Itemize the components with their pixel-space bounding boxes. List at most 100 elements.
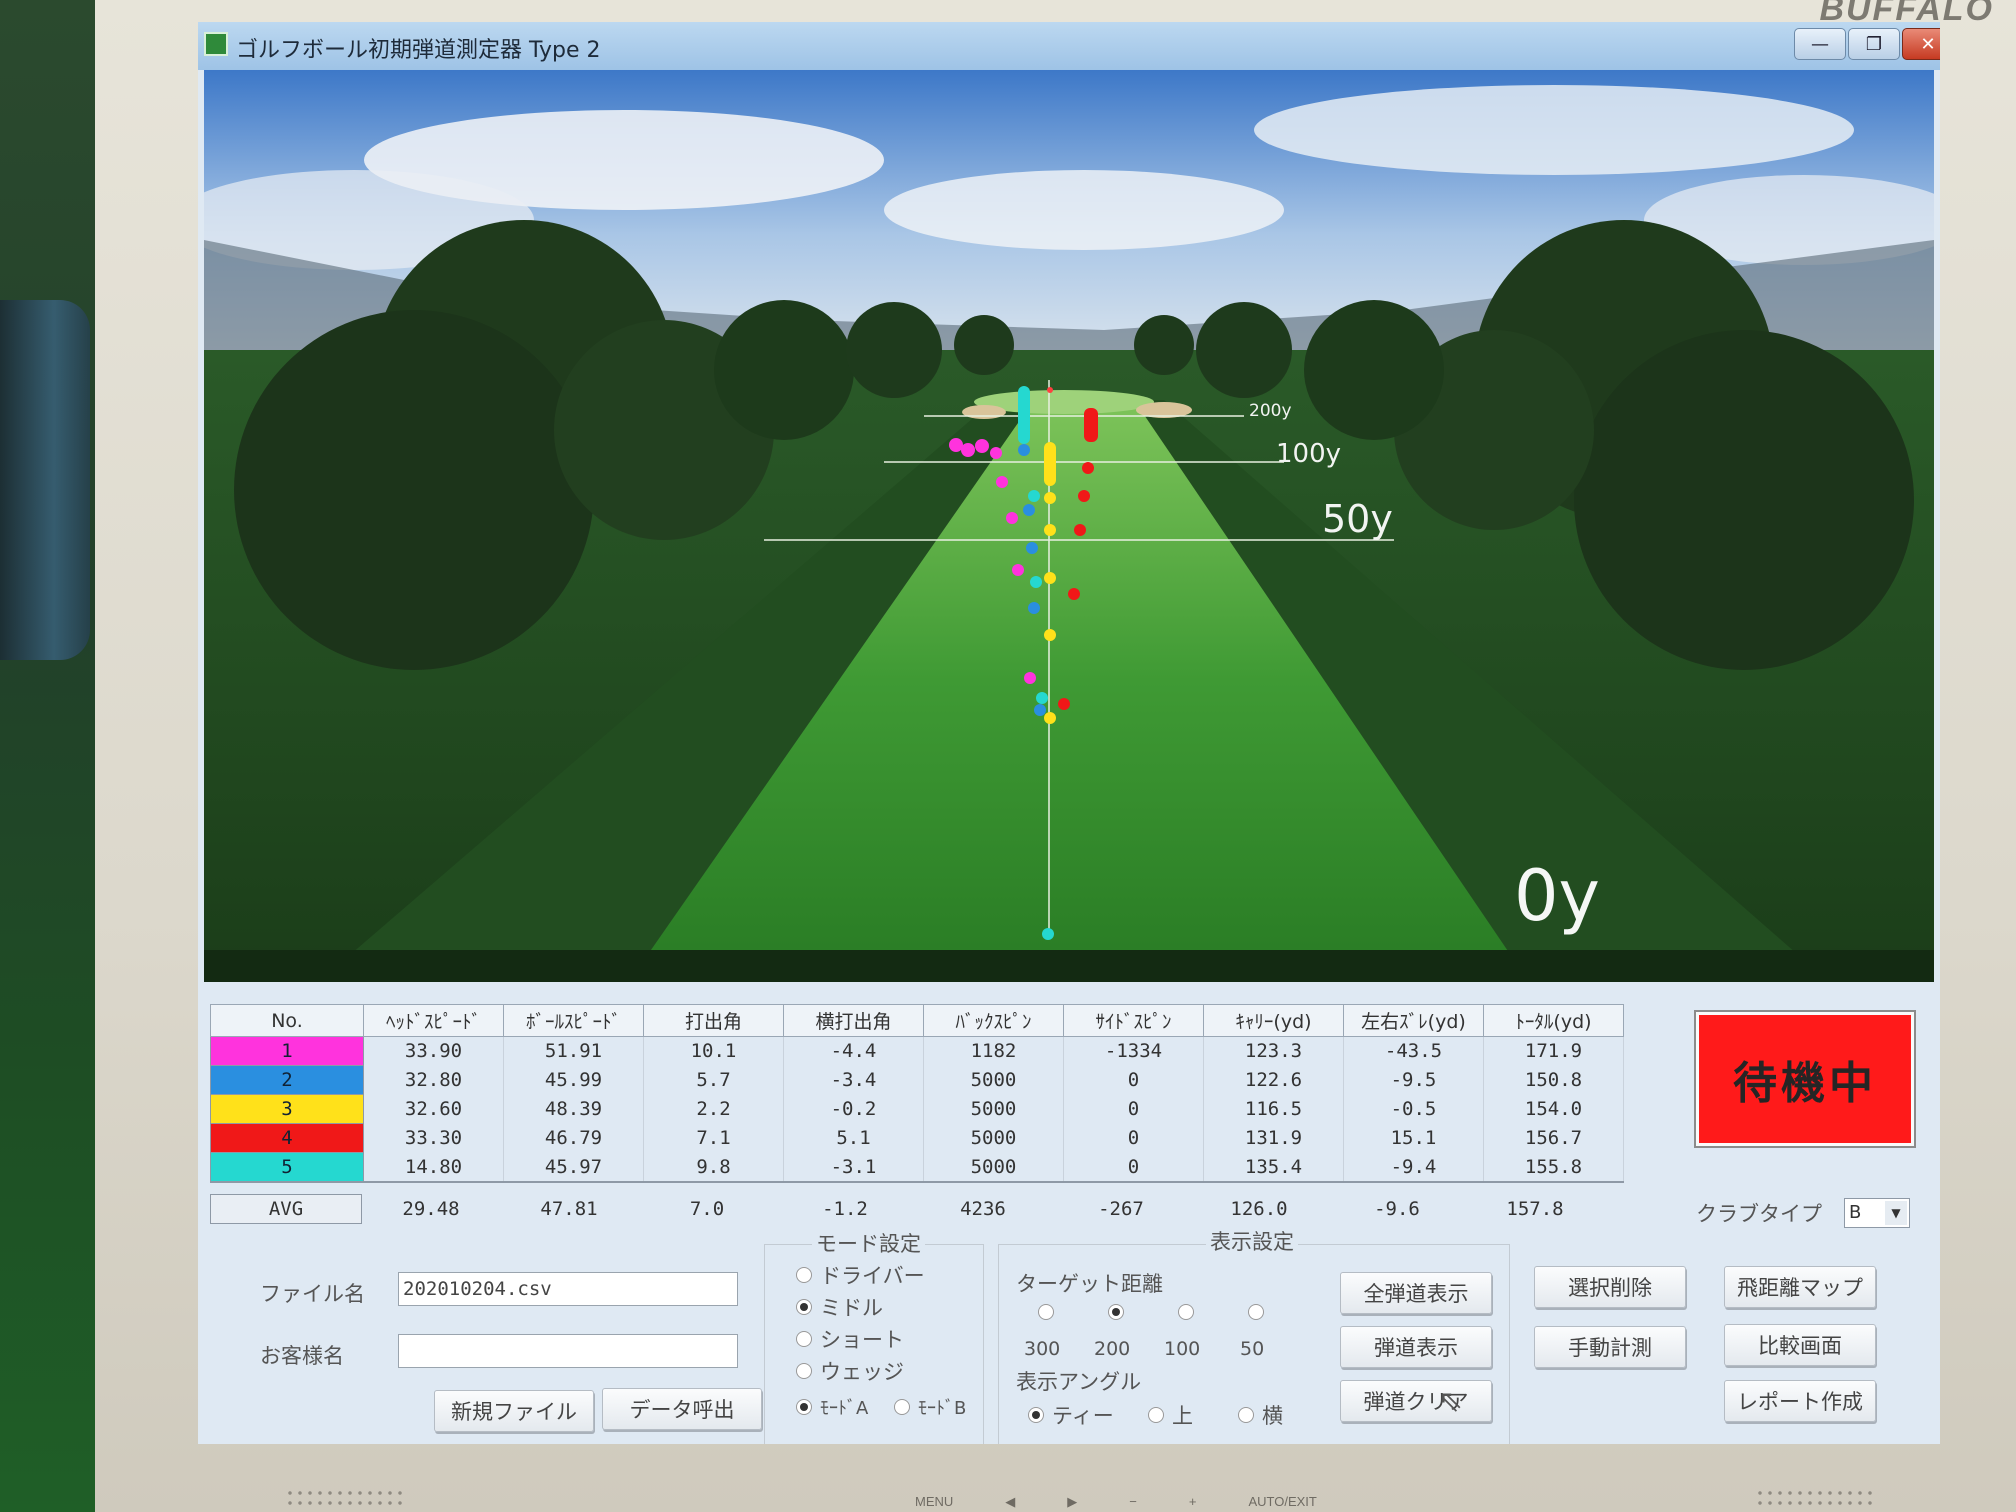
cell-head-speed: 32.60 (363, 1094, 504, 1124)
cell-carry: 116.5 (1203, 1094, 1344, 1124)
shot-number-swatch[interactable]: 4 (210, 1123, 364, 1153)
target-radio-100[interactable] (1178, 1304, 1194, 1320)
speaker-grille-left (285, 1488, 405, 1510)
cell-back-spin: 5000 (923, 1123, 1064, 1153)
cell-side-angle: -4.4 (783, 1036, 924, 1066)
mode-radio-middle[interactable]: ミドル (796, 1292, 883, 1322)
monitor-menu-button[interactable]: MENU (915, 1494, 953, 1510)
target-distance-label: ターゲット距離 (1016, 1272, 1163, 1296)
mode-radio-wedge[interactable]: ウェッジ (796, 1356, 904, 1386)
shot-number-swatch[interactable]: 2 (210, 1065, 364, 1095)
target-flag (1047, 387, 1053, 393)
new-file-button[interactable]: 新規ファイル (434, 1390, 594, 1432)
cell-lateral: -9.4 (1343, 1152, 1484, 1182)
table-row[interactable]: 3 32.60 48.39 2.2 -0.2 5000 0 116.5 -0.5 154.0 (210, 1094, 1624, 1124)
angle-radio-tee[interactable]: ティー (1028, 1400, 1114, 1430)
distance-map-button[interactable]: 飛距離マップ (1724, 1266, 1876, 1308)
mode-radio-a[interactable]: ﾓｰﾄﾞA (796, 1394, 868, 1420)
col-lateral[interactable]: 左右ｽﾞﾚ(yd) (1343, 1004, 1484, 1037)
mode-short-label: ショート (820, 1328, 904, 1352)
compare-screen-button[interactable]: 比較画面 (1724, 1324, 1876, 1366)
create-report-button[interactable]: レポート作成 (1724, 1380, 1876, 1422)
cell-ball-speed: 45.99 (503, 1065, 644, 1095)
avg-ball-speed: 47.81 (540, 1198, 598, 1220)
file-name-label: ファイル名 (260, 1282, 365, 1306)
cell-back-spin: 1182 (923, 1036, 1064, 1066)
customer-name-field[interactable] (398, 1334, 738, 1368)
mode-radio-driver[interactable]: ドライバー (796, 1260, 925, 1290)
radio-icon[interactable] (796, 1363, 812, 1379)
radio-icon[interactable] (1238, 1407, 1254, 1423)
radio-icon[interactable] (1248, 1304, 1264, 1320)
col-carry[interactable]: ｷｬﾘｰ(yd) (1203, 1004, 1344, 1037)
chevron-down-icon[interactable]: ▼ (1885, 1201, 1907, 1225)
col-ball-speed[interactable]: ﾎﾞｰﾙｽﾋﾟｰﾄﾞ (503, 1004, 644, 1037)
table-row[interactable]: 2 32.80 45.99 5.7 -3.4 5000 0 122.6 -9.5 150.8 (210, 1065, 1624, 1095)
mode-radio-b[interactable]: ﾓｰﾄﾞB (894, 1394, 966, 1420)
col-back-spin[interactable]: ﾊﾞｯｸｽﾋﾟﾝ (923, 1004, 1064, 1037)
cell-side-spin: 0 (1063, 1094, 1204, 1124)
angle-side-label: 横 (1262, 1404, 1283, 1428)
angle-radio-top[interactable]: 上 (1148, 1400, 1193, 1430)
cell-ball-speed: 46.79 (503, 1123, 644, 1153)
col-launch-angle[interactable]: 打出角 (643, 1004, 784, 1037)
display-angle-label: 表示アングル (1016, 1370, 1142, 1394)
monitor-left-button[interactable]: ◀ (1005, 1494, 1015, 1510)
show-all-trajectories-button[interactable]: 全弾道表示 (1340, 1272, 1492, 1314)
target-100-label: 100 (1164, 1338, 1201, 1360)
mode-b-label: ﾓｰﾄﾞB (918, 1398, 967, 1419)
radio-selected-icon[interactable] (796, 1299, 812, 1315)
table-row[interactable]: 1 33.90 51.91 10.1 -4.4 1182 -1334 123.3 -43.5 17… (210, 1036, 1624, 1066)
load-data-button[interactable]: データ呼出 (602, 1388, 762, 1430)
cell-side-spin: -1334 (1063, 1036, 1204, 1066)
table-row[interactable]: 5 14.80 45.97 9.8 -3.1 5000 0 135.4 -9.4 155.8 (210, 1152, 1624, 1183)
manual-measure-button[interactable]: 手動計測 (1534, 1326, 1686, 1368)
shot-number-swatch[interactable]: 3 (210, 1094, 364, 1124)
target-50-label: 50 (1240, 1338, 1265, 1360)
monitor-minus-button[interactable]: − (1129, 1494, 1137, 1510)
status-indicator: 待機中 (1694, 1010, 1916, 1148)
delete-selected-button[interactable]: 選択削除 (1534, 1266, 1686, 1308)
club-type-select[interactable]: B ▼ (1844, 1198, 1910, 1228)
background-environment (0, 0, 95, 1512)
cell-side-angle: 5.1 (783, 1123, 924, 1153)
target-radio-300[interactable] (1038, 1304, 1054, 1320)
col-side-angle[interactable]: 横打出角 (783, 1004, 924, 1037)
minimize-button[interactable]: — (1794, 28, 1846, 60)
monitor-right-button[interactable]: ▶ (1067, 1494, 1077, 1510)
radio-icon[interactable] (1148, 1407, 1164, 1423)
table-row[interactable]: 4 33.30 46.79 7.1 5.1 5000 0 131.9 15.1 156.7 (210, 1123, 1624, 1153)
file-name-field[interactable]: 202010204.csv (398, 1272, 738, 1306)
col-head-speed[interactable]: ﾍｯﾄﾞｽﾋﾟｰﾄﾞ (363, 1004, 504, 1037)
restore-button[interactable]: ❐ (1848, 28, 1900, 60)
shot-data-table: No. ﾍｯﾄﾞｽﾋﾟｰﾄﾞ ﾎﾞｰﾙｽﾋﾟｰﾄﾞ 打出角 横打出角 ﾊﾞｯｸｽ… (210, 1004, 1624, 1183)
radio-icon[interactable] (1178, 1304, 1194, 1320)
col-no[interactable]: No. (210, 1004, 364, 1037)
shot-number-swatch[interactable]: 5 (210, 1152, 364, 1183)
club-type-label: クラブタイプ (1696, 1202, 1822, 1226)
radio-selected-icon[interactable] (1108, 1304, 1124, 1320)
course-scene: 200y 100y 50y 0y (204, 70, 1934, 982)
distance-label-200y: 200y (1249, 401, 1292, 421)
avg-label: AVG (210, 1194, 362, 1224)
target-radio-200[interactable] (1108, 1304, 1124, 1320)
close-button[interactable]: ✕ (1902, 28, 1940, 60)
radio-icon[interactable] (796, 1331, 812, 1347)
cell-total: 155.8 (1483, 1152, 1624, 1182)
mouse-cursor-icon: ⇖ (1438, 1384, 1464, 1419)
radio-selected-icon[interactable] (796, 1399, 812, 1415)
show-trajectory-button[interactable]: 弾道表示 (1340, 1326, 1492, 1368)
col-side-spin[interactable]: ｻｲﾄﾞｽﾋﾟﾝ (1063, 1004, 1204, 1037)
radio-icon[interactable] (894, 1399, 910, 1415)
radio-icon[interactable] (1038, 1304, 1054, 1320)
angle-radio-side[interactable]: 横 (1238, 1400, 1283, 1430)
monitor-plus-button[interactable]: + (1189, 1494, 1197, 1510)
radio-icon[interactable] (796, 1267, 812, 1283)
clear-trajectory-button[interactable]: 弾道クリア (1340, 1380, 1492, 1422)
monitor-auto-exit-button[interactable]: AUTO/EXIT (1248, 1494, 1316, 1510)
col-total[interactable]: ﾄｰﾀﾙ(yd) (1483, 1004, 1624, 1037)
shot-number-swatch[interactable]: 1 (210, 1036, 364, 1066)
target-radio-50[interactable] (1248, 1304, 1264, 1320)
radio-selected-icon[interactable] (1028, 1407, 1044, 1423)
mode-radio-short[interactable]: ショート (796, 1324, 904, 1354)
